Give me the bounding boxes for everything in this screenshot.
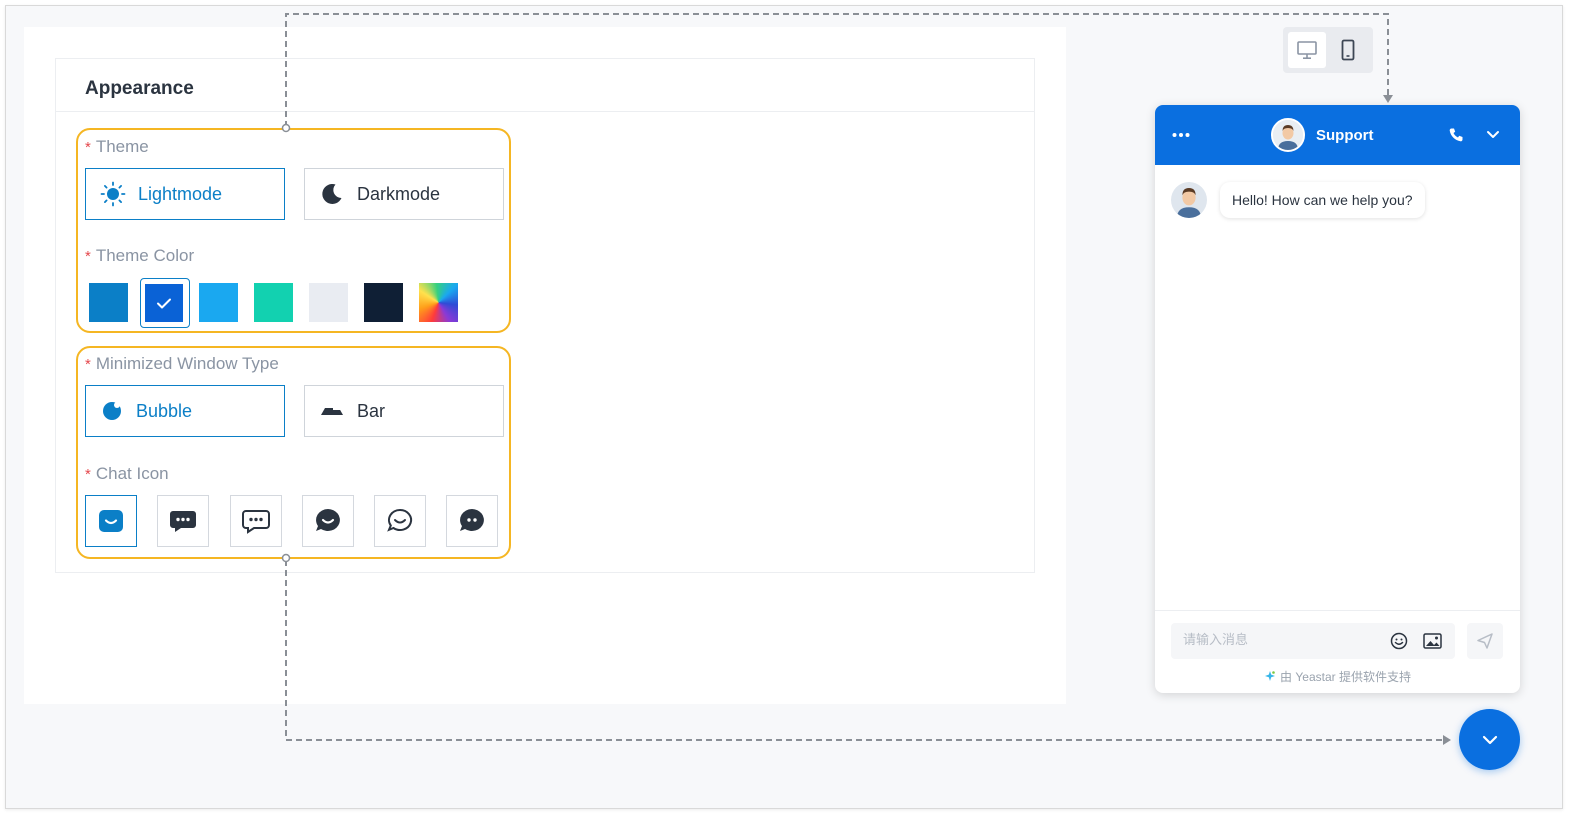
dots-square-icon — [170, 511, 196, 532]
bubble-option[interactable]: Bubble — [85, 385, 285, 437]
desktop-preview-button[interactable] — [1288, 32, 1326, 68]
mobile-icon — [1341, 39, 1355, 61]
desktop-icon — [1297, 41, 1317, 60]
image-icon[interactable] — [1423, 632, 1442, 650]
lightmode-option[interactable]: Lightmode — [85, 168, 285, 220]
more-icon[interactable] — [1172, 131, 1190, 139]
emoji-icon[interactable] — [1390, 632, 1408, 650]
yeastar-logo-icon — [1265, 671, 1276, 681]
agent-avatar — [1271, 118, 1305, 152]
chat-icon-option[interactable] — [374, 495, 426, 547]
color-swatch[interactable] — [89, 283, 128, 322]
bar-label: Bar — [357, 400, 386, 421]
color-swatch[interactable] — [364, 283, 403, 322]
sun-icon — [100, 181, 126, 207]
moon-icon — [322, 183, 342, 204]
required-mark: * — [85, 356, 91, 373]
theme-label: * Theme — [85, 137, 149, 156]
widget-header: Support — [1155, 105, 1520, 165]
chat-icon-option[interactable] — [230, 495, 282, 547]
required-mark: * — [85, 466, 91, 483]
chevron-down-icon[interactable] — [1486, 130, 1500, 140]
darkmode-option[interactable]: Darkmode — [304, 168, 504, 220]
minimized-bubble-button[interactable] — [1459, 709, 1520, 770]
chat-widget-preview: Support Hello! How can we help you? 请输入消… — [1155, 105, 1520, 693]
custom-color-swatch[interactable] — [419, 283, 458, 322]
smile-bubble-outline-icon — [387, 508, 413, 532]
lightmode-label: Lightmode — [138, 183, 223, 204]
smile-square-icon — [99, 510, 123, 532]
message-input[interactable] — [1183, 632, 1373, 647]
chat-icon-option[interactable] — [302, 495, 354, 547]
message-avatar — [1171, 182, 1207, 218]
device-toggle — [1283, 27, 1373, 73]
chevron-down-icon — [1482, 735, 1497, 744]
bubble-label: Bubble — [136, 400, 193, 421]
theme-color-label: * Theme Color — [85, 246, 195, 265]
color-swatch[interactable] — [309, 283, 348, 322]
bubble-icon — [103, 402, 121, 420]
color-swatch[interactable] — [254, 283, 293, 322]
person-avatar-icon — [1171, 182, 1207, 218]
required-mark: * — [85, 139, 91, 156]
card-divider — [56, 111, 1034, 112]
footer-divider — [1155, 610, 1520, 611]
send-button[interactable] — [1467, 623, 1503, 659]
color-swatch-selected[interactable] — [145, 284, 183, 322]
mobile-preview-button[interactable] — [1329, 32, 1367, 68]
required-mark: * — [85, 248, 91, 265]
chat-icon-option[interactable] — [157, 495, 209, 547]
chat-icon-label: * Chat Icon — [85, 464, 169, 483]
darkmode-label: Darkmode — [357, 183, 441, 204]
card-title: Appearance — [85, 78, 194, 99]
powered-by: 由 Yeastar 提供软件支持 — [1155, 668, 1520, 685]
bar-option[interactable]: Bar — [304, 385, 504, 437]
message-input-box — [1171, 623, 1455, 659]
color-swatch[interactable] — [199, 283, 238, 322]
check-icon — [157, 298, 171, 309]
dots-outline-square-icon — [242, 510, 270, 534]
phone-icon[interactable] — [1448, 127, 1465, 144]
send-icon — [1477, 633, 1493, 649]
chat-icon-option[interactable] — [446, 495, 498, 547]
chat-icon-option[interactable] — [85, 495, 137, 547]
dots-bubble-icon — [460, 509, 484, 531]
widget-title: Support — [1316, 127, 1374, 144]
window-type-label: * Minimized Window Type — [85, 354, 279, 373]
bar-icon — [321, 408, 343, 415]
person-avatar-icon — [1273, 120, 1303, 150]
greeting-message: Hello! How can we help you? — [1220, 182, 1425, 218]
smile-bubble-icon — [316, 509, 340, 531]
